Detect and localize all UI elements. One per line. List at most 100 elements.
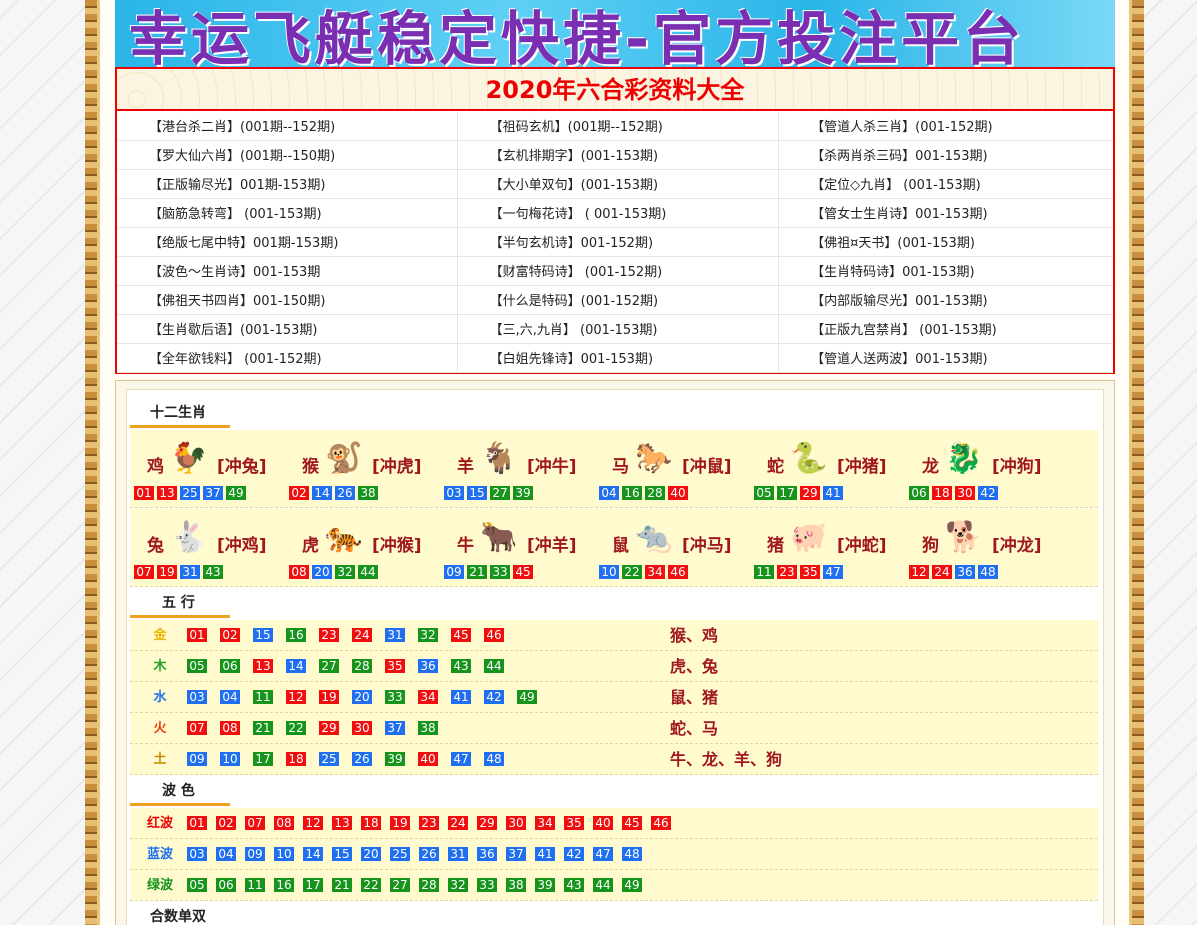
number-ball: 13 xyxy=(157,486,177,500)
wuxing-balls: 07 08 21 22 29 30 37 38 xyxy=(187,721,451,740)
ziliao-link[interactable]: 【祖码玄机】(001期--152期) xyxy=(457,111,780,141)
wuxing-balls: 03 04 11 12 19 20 33 34 41 42 49 xyxy=(187,690,550,709)
ziliao-link[interactable]: 【管女士生肖诗】001-153期) xyxy=(778,198,1113,228)
ziliao-row: 【绝版七尾中特】001期-153期) 【半句玄机诗】001-152期) 【佛祖¤天书… xyxy=(117,227,1113,257)
number-ball: 04 xyxy=(599,486,619,500)
ziliao-row: 【港台杀二肖】(001期--152期) 【祖码玄机】(001期--152期) 【管道… xyxy=(117,111,1113,141)
zodiac-item: 鸡 🐓 [冲兔] 01 13 25 37 49 xyxy=(130,430,285,508)
zodiac-chong: [冲龙] xyxy=(992,536,1042,556)
number-ball: 36 xyxy=(418,659,438,673)
number-ball: 26 xyxy=(419,847,439,861)
number-ball: 22 xyxy=(622,565,642,579)
wuxing-section-title: 五 行 xyxy=(130,588,230,618)
ziliao-link[interactable]: 【内部版输尽光】001-153期) xyxy=(778,285,1113,315)
ziliao-link[interactable]: 【定位◇九肖】 (001-153期) xyxy=(778,169,1113,199)
number-ball: 44 xyxy=(484,659,504,673)
ziliao-link[interactable]: 【绝版七尾中特】001期-153期) xyxy=(117,227,458,257)
number-ball: 20 xyxy=(361,847,381,861)
wuxing-label: 土 xyxy=(153,752,167,767)
ziliao-link[interactable]: 【半句玄机诗】001-152期) xyxy=(457,227,780,257)
dragon-icon: 🐉 xyxy=(945,441,983,476)
ziliao-link[interactable]: 【大小单双句】(001-153期) xyxy=(457,169,780,199)
zodiac-chong: [冲狗] xyxy=(992,457,1042,477)
number-ball: 01 xyxy=(134,486,154,500)
ziliao-link[interactable]: 【玄机排期字】(001-153期) xyxy=(457,140,780,170)
number-ball: 34 xyxy=(535,816,555,830)
number-ball: 25 xyxy=(180,486,200,500)
zodiac-item: 鼠 🐀 [冲马] 10 22 34 46 xyxy=(595,509,750,587)
wuxing-animals: 虎、兔 xyxy=(670,657,719,676)
ziliao-link[interactable]: 【财富特码诗】 (001-152期) xyxy=(457,256,780,286)
number-ball: 39 xyxy=(513,486,533,500)
ziliao-link[interactable]: 【正版输尽光】001期-153期) xyxy=(117,169,458,199)
ziliao-link[interactable]: 【生肖特码诗】001-153期) xyxy=(778,256,1113,286)
ziliao-row: 【罗大仙六肖】(001期--150期) 【玄机排期字】(001-153期) 【杀两肖… xyxy=(117,140,1113,170)
pig-icon: 🐖 xyxy=(790,520,828,555)
number-ball: 02 xyxy=(289,486,309,500)
ziliao-link[interactable]: 【罗大仙六肖】(001期--150期) xyxy=(117,140,458,170)
number-ball: 48 xyxy=(484,752,504,766)
number-ball: 38 xyxy=(506,878,526,892)
number-ball: 32 xyxy=(335,565,355,579)
zodiac-item: 兔 🐇 [冲鸡] 07 19 31 43 xyxy=(130,509,285,587)
number-ball: 14 xyxy=(286,659,306,673)
ziliao-link[interactable]: 【三,六,九肖】 (001-153期) xyxy=(457,314,780,344)
left-background-pattern xyxy=(0,0,88,925)
ziliao-link[interactable]: 【正版九宫禁肖】 (001-153期) xyxy=(778,314,1113,344)
zodiac-name: 鸡 xyxy=(147,457,164,477)
zodiac-name: 虎 xyxy=(302,536,319,556)
number-ball: 23 xyxy=(777,565,797,579)
number-ball: 22 xyxy=(286,721,306,735)
horse-icon: 🐎 xyxy=(635,441,673,476)
ziliao-link[interactable]: 【管道人杀三肖】(001-152期) xyxy=(778,111,1113,141)
ziliao-link[interactable]: 【生肖歇后语】(001-153期) xyxy=(117,314,458,344)
zodiac-chong: [冲猴] xyxy=(372,536,422,556)
wuxing-balls: 09 10 17 18 25 26 39 40 47 48 xyxy=(187,752,517,771)
ziliao-row: 【脑筋急转弯】 (001-153期) 【一句梅花诗】 ( 001-153期) 【管女… xyxy=(117,198,1113,228)
number-ball: 06 xyxy=(220,659,240,673)
number-ball: 33 xyxy=(385,690,405,704)
number-ball: 35 xyxy=(564,816,584,830)
number-ball: 23 xyxy=(319,628,339,642)
number-ball: 27 xyxy=(390,878,410,892)
number-ball: 29 xyxy=(800,486,820,500)
zodiac-item: 马 🐎 [冲鼠] 04 16 28 40 xyxy=(595,430,750,508)
number-ball: 47 xyxy=(451,752,471,766)
number-ball: 24 xyxy=(352,628,372,642)
number-ball: 47 xyxy=(823,565,843,579)
number-ball: 45 xyxy=(622,816,642,830)
number-ball: 42 xyxy=(564,847,584,861)
number-ball: 28 xyxy=(419,878,439,892)
ziliao-table: 【港台杀二肖】(001期--152期) 【祖码玄机】(001期--152期) 【管道… xyxy=(117,111,1113,373)
ziliao-link[interactable]: 【一句梅花诗】 ( 001-153期) xyxy=(457,198,780,228)
zodiac-name: 蛇 xyxy=(767,457,784,477)
bose-section-title: 波 色 xyxy=(130,776,230,806)
number-ball: 45 xyxy=(513,565,533,579)
number-ball: 40 xyxy=(593,816,613,830)
number-ball: 06 xyxy=(909,486,929,500)
zodiac-name: 马 xyxy=(612,457,629,477)
ziliao-link[interactable]: 【白姐先锋诗】001-153期) xyxy=(457,343,780,373)
number-ball: 31 xyxy=(448,847,468,861)
ziliao-link[interactable]: 【全年欲钱料】 (001-152期) xyxy=(117,343,458,373)
number-ball: 07 xyxy=(245,816,265,830)
number-ball: 46 xyxy=(484,628,504,642)
number-ball: 46 xyxy=(668,565,688,579)
ziliao-link[interactable]: 【脑筋急转弯】 (001-153期) xyxy=(117,198,458,228)
right-background-pattern xyxy=(1143,0,1197,925)
number-ball: 02 xyxy=(220,628,240,642)
ziliao-link[interactable]: 【波色～生肖诗】001-153期 xyxy=(117,256,458,286)
ziliao-link[interactable]: 【港台杀二肖】(001期--152期) xyxy=(117,111,458,141)
number-ball: 45 xyxy=(451,628,471,642)
number-ball: 26 xyxy=(352,752,372,766)
number-ball: 24 xyxy=(932,565,952,579)
ziliao-link[interactable]: 【管道人送两波】001-153期) xyxy=(778,343,1113,373)
ziliao-title: 2020年六合彩资料大全 xyxy=(117,69,1113,111)
wuxing-row: 水 03 04 11 12 19 20 33 34 41 42 49 鼠、猪 xyxy=(130,682,1098,713)
wuxing-row: 金 01 02 15 16 23 24 31 32 45 46 猴、鸡 xyxy=(130,620,1098,651)
ziliao-link[interactable]: 【杀两肖杀三码】001-153期) xyxy=(778,140,1113,170)
ziliao-link[interactable]: 【什么是特码】(001-152期) xyxy=(457,285,780,315)
ziliao-link[interactable]: 【佛祖天书四肖】001-150期) xyxy=(117,285,458,315)
ziliao-link[interactable]: 【佛祖¤天书】(001-153期) xyxy=(778,227,1113,257)
ad-banner[interactable]: 幸运飞艇稳定快捷-官方投注平台 xyxy=(115,0,1115,67)
